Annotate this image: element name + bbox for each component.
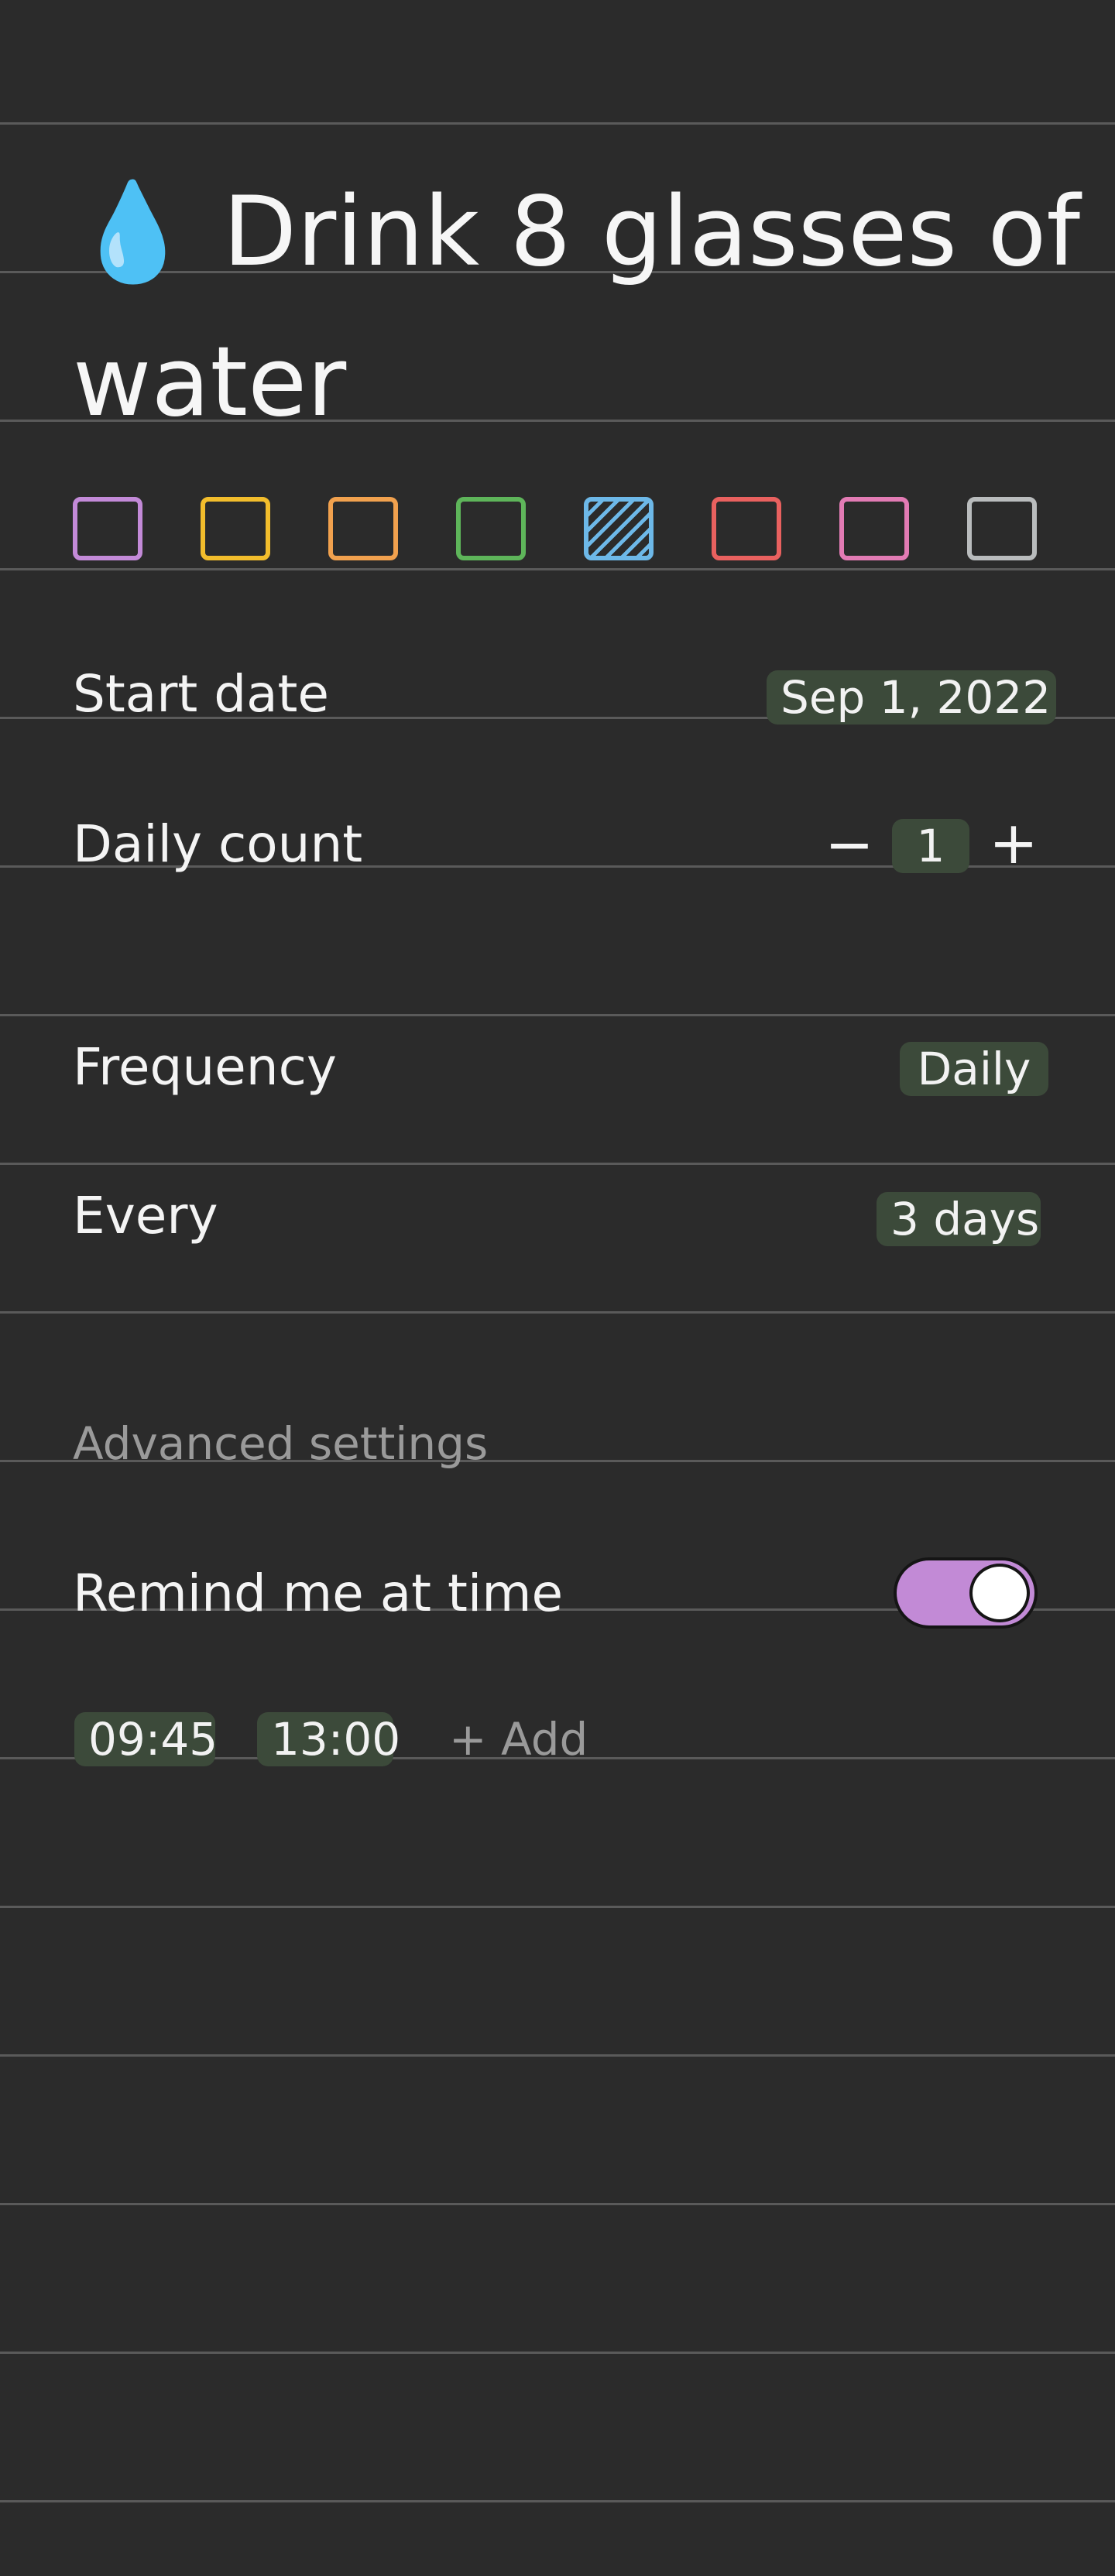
frequency-label: Frequency [73,1037,337,1097]
frequency-value[interactable]: Daily [900,1042,1048,1096]
decrement-button[interactable]: − [822,815,877,874]
color-swatch-blue[interactable] [584,497,654,560]
color-swatch-orange[interactable] [328,497,398,560]
habit-title-line-2[interactable]: water [73,334,346,430]
remind-toggle[interactable] [894,1557,1038,1629]
reminder-time-chip[interactable]: 13:00 [257,1712,400,1766]
increment-button[interactable]: + [986,814,1041,872]
daily-count-value[interactable]: 1 [892,819,969,873]
color-swatch-pink[interactable] [839,497,909,560]
advanced-settings-heading[interactable]: Advanced settings [73,1421,488,1466]
daily-count-label: Daily count [73,814,363,874]
color-swatch-yellow[interactable] [201,497,270,560]
start-date-label: Start date [73,664,330,724]
every-label: Every [73,1186,218,1245]
toggle-knob [969,1564,1030,1622]
reminder-time-chip[interactable]: 09:45 [74,1712,218,1766]
color-swatch-purple[interactable] [73,497,142,560]
remind-me-label: Remind me at time [73,1564,564,1623]
habit-title-line-1[interactable]: 💧 Drink 8 glasses of [73,184,1080,280]
color-swatch-green[interactable] [456,497,526,560]
start-date-value[interactable]: Sep 1, 2022 [767,670,1056,724]
add-reminder-button[interactable]: + Add [449,1712,588,1766]
color-swatch-red[interactable] [712,497,781,560]
color-swatch-gray[interactable] [967,497,1037,560]
every-value[interactable]: 3 days [877,1192,1041,1246]
